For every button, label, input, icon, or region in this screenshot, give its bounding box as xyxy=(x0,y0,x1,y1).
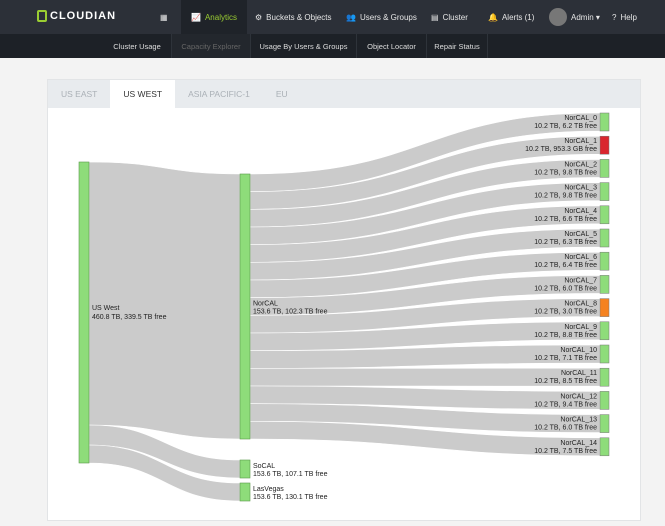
node-label: LasVegas xyxy=(253,486,284,493)
node-detail: 10.2 TB, 7.1 TB free xyxy=(534,355,597,362)
node-detail: 153.6 TB, 107.1 TB free xyxy=(253,471,328,478)
node-label: NorCAL_8 xyxy=(564,301,597,308)
sankey-node-norcal_14[interactable] xyxy=(599,437,610,457)
node-detail: 153.6 TB, 102.3 TB free xyxy=(253,309,328,316)
node-label: SoCAL xyxy=(253,463,275,470)
sankey-node-norcal_8[interactable] xyxy=(599,298,610,317)
sankey-node-norcal_11[interactable] xyxy=(599,367,610,387)
sankey-node-norcal_7[interactable] xyxy=(599,275,610,294)
sankey-node-norcal_4[interactable] xyxy=(599,205,610,225)
sankey-node-norcal_1[interactable] xyxy=(599,135,610,155)
node-detail: 10.2 TB, 6.0 TB free xyxy=(534,425,597,432)
node-detail: 460.8 TB, 339.5 TB free xyxy=(92,314,167,321)
sankey-node-norcal_5[interactable] xyxy=(599,228,610,248)
node-detail: 10.2 TB, 9.8 TB free xyxy=(534,169,597,176)
node-label: NorCAL_12 xyxy=(560,393,597,400)
node-label: NorCAL_13 xyxy=(560,417,597,424)
capacity-sankey: US West460.8 TB, 339.5 TB freeNorCAL153.… xyxy=(78,112,610,502)
node-detail: 10.2 TB, 953.3 GB free xyxy=(525,146,597,153)
sankey-node-region[interactable] xyxy=(239,482,251,502)
node-label: NorCAL_7 xyxy=(564,277,597,284)
node-detail: 153.6 TB, 130.1 TB free xyxy=(253,494,328,501)
node-label: NorCAL_14 xyxy=(560,440,597,447)
node-detail: 10.2 TB, 7.5 TB free xyxy=(534,448,597,455)
node-label: NorCAL xyxy=(253,301,278,308)
node-label: NorCAL_4 xyxy=(564,208,597,215)
node-label: NorCAL_2 xyxy=(564,161,597,168)
node-detail: 10.2 TB, 9.4 TB free xyxy=(534,401,597,408)
node-detail: 10.2 TB, 6.3 TB free xyxy=(534,239,597,246)
sankey-node-region[interactable] xyxy=(239,173,251,440)
node-detail: 10.2 TB, 8.8 TB free xyxy=(534,332,597,339)
node-detail: 10.2 TB, 9.8 TB free xyxy=(534,193,597,200)
sankey-node-norcal_12[interactable] xyxy=(599,391,610,410)
node-label: NorCAL_6 xyxy=(564,254,597,261)
node-label: NorCAL_11 xyxy=(561,370,597,377)
node-label: NorCAL_0 xyxy=(564,115,597,122)
sankey-node-norcal_9[interactable] xyxy=(599,321,610,341)
node-label: US West xyxy=(92,305,120,312)
sankey-node-root[interactable] xyxy=(78,161,90,464)
link-root-norcal[interactable] xyxy=(88,161,241,440)
sankey-node-norcal_13[interactable] xyxy=(599,414,610,433)
sankey-node-norcal_6[interactable] xyxy=(599,251,610,271)
node-label: NorCAL_3 xyxy=(564,185,597,192)
node-detail: 10.2 TB, 8.5 TB free xyxy=(534,378,597,385)
sankey-node-norcal_10[interactable] xyxy=(599,344,610,364)
node-detail: 10.2 TB, 6.0 TB free xyxy=(534,285,597,292)
node-detail: 10.2 TB, 6.2 TB free xyxy=(534,123,597,130)
sankey-node-norcal_0[interactable] xyxy=(599,112,610,132)
node-label: NorCAL_10 xyxy=(560,347,597,354)
sankey-node-region[interactable] xyxy=(239,459,251,479)
sankey-node-norcal_2[interactable] xyxy=(599,159,610,178)
node-label: NorCAL_9 xyxy=(564,324,597,331)
sankey-node-norcal_3[interactable] xyxy=(599,182,610,201)
node-detail: 10.2 TB, 6.4 TB free xyxy=(534,262,597,269)
node-detail: 10.2 TB, 6.6 TB free xyxy=(534,216,597,223)
node-detail: 10.2 TB, 3.0 TB free xyxy=(534,309,597,316)
node-label: NorCAL_5 xyxy=(564,231,597,238)
node-label: NorCAL_1 xyxy=(564,138,597,145)
